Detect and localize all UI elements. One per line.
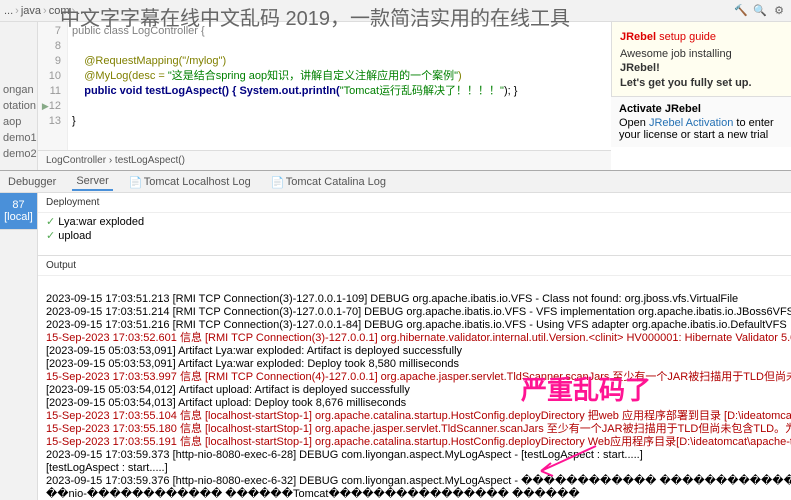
log-line: 15-Sep-2023 17:03:55.191 信息 [localhost-s… — [46, 436, 791, 448]
tree-item[interactable]: otation — [0, 98, 37, 114]
log-line: ��nio-������������ ������Tomcat���������… — [46, 488, 580, 500]
deploy-item[interactable]: ✓ upload — [46, 229, 783, 243]
editor-breadcrumb[interactable]: LogController › testLogAspect() — [38, 150, 611, 170]
tree-item[interactable]: demo1 — [0, 130, 37, 146]
jrebel-activate: Activate JRebel Open JRebel Activation t… — [611, 96, 791, 147]
activate-text: Open JRebel Activation to enter your lic… — [619, 117, 783, 141]
log-line: 2023-09-15 17:03:51.216 [RMI TCP Connect… — [46, 319, 787, 331]
jrebel-text: Awesome job installing — [620, 47, 783, 61]
jrebel-title: JRebel setup guide — [620, 28, 783, 43]
project-tree[interactable]: ongan otation aop demo1 demo2 — [0, 22, 38, 170]
jrebel-panel: JRebel setup guide Awesome job installin… — [611, 22, 791, 96]
bc-item[interactable]: ... — [4, 5, 13, 17]
deployment-header: Deployment — [38, 193, 791, 213]
bc-item[interactable]: java — [21, 5, 41, 17]
hammer-icon[interactable]: 🔨 — [733, 2, 749, 18]
garbled-annotation: 严重乱码了 — [521, 384, 651, 397]
log-line: [2023-09-15 05:03:54,013] Artifact uploa… — [46, 397, 406, 409]
log-line: 15-Sep-2023 17:03:53.997 信息 [RMI TCP Con… — [46, 371, 791, 383]
log-line: 15-Sep-2023 17:03:52.601 信息 [RMI TCP Con… — [46, 332, 791, 344]
log-line: 15-Sep-2023 17:03:55.104 信息 [localhost-s… — [46, 410, 791, 422]
side-tab-server[interactable]: 87[local] — [0, 193, 37, 230]
check-icon: ✓ — [46, 216, 55, 228]
tab-localhost-log[interactable]: 📄Tomcat Localhost Log — [125, 174, 255, 190]
gutter: 7 8 9 10 11 ▶12 13 — [38, 22, 68, 150]
jrebel-text: JRebel! — [620, 61, 783, 75]
tab-debugger[interactable]: Debugger — [4, 174, 60, 190]
log-icon: 📄 — [271, 176, 283, 188]
toolbar-right: 🔨 🔍 ⚙ — [733, 2, 787, 18]
log-line: 2023-09-15 17:03:51.213 [RMI TCP Connect… — [46, 293, 738, 305]
gear-icon[interactable]: ⚙ — [771, 2, 787, 18]
log-line: 15-Sep-2023 17:03:55.180 信息 [localhost-s… — [46, 423, 791, 435]
jrebel-text: Let's get you fully set up. — [620, 76, 783, 90]
log-line: [2023-09-15 05:03:53,091] Artifact Lya:w… — [46, 345, 462, 357]
console-output[interactable]: 2023-09-15 17:03:51.213 [RMI TCP Connect… — [38, 276, 791, 500]
check-icon: ✓ — [46, 230, 55, 242]
log-line: [testLogAspect : start.....] — [46, 462, 168, 474]
log-line: 2023-09-15 17:03:59.376 [http-nio-8080-e… — [46, 475, 791, 487]
search-icon[interactable]: 🔍 — [752, 2, 768, 18]
run-tabs: Debugger Server 📄Tomcat Localhost Log 📄T… — [0, 171, 791, 193]
log-line: [2023-09-15 05:03:54,012] Artifact uploa… — [46, 384, 410, 396]
code-editor[interactable]: 7 8 9 10 11 ▶12 13 public class LogContr… — [38, 22, 611, 150]
run-panel: Debugger Server 📄Tomcat Localhost Log 📄T… — [0, 170, 791, 500]
output-header: Output — [38, 255, 791, 276]
log-line: 2023-09-15 17:03:51.214 [RMI TCP Connect… — [46, 306, 791, 318]
log-line: [2023-09-15 05:03:53,091] Artifact Lya:w… — [46, 358, 459, 370]
log-icon: 📄 — [129, 176, 141, 188]
tree-item[interactable]: demo2 — [0, 146, 37, 162]
tab-catalina-log[interactable]: 📄Tomcat Catalina Log — [267, 174, 390, 190]
arrow-icon — [526, 441, 606, 481]
activation-link[interactable]: JRebel Activation — [649, 117, 733, 129]
run-gutter-icon[interactable]: ▶ — [42, 101, 49, 111]
deployment-list: ✓ Lya:war exploded ✓ upload — [38, 213, 791, 245]
tab-server[interactable]: Server — [72, 173, 112, 191]
watermark-text: 中文字字幕在线中文乱码 2019，一款简洁实用的在线工具 — [60, 2, 570, 31]
tree-item[interactable]: ongan — [0, 82, 37, 98]
code-content[interactable]: public class LogController { @RequestMap… — [68, 22, 611, 150]
activate-header: Activate JRebel — [619, 103, 783, 115]
tree-item[interactable]: aop — [0, 114, 37, 130]
deploy-item[interactable]: ✓ Lya:war exploded — [46, 215, 783, 229]
side-tabs: 87[local] — [0, 193, 38, 500]
